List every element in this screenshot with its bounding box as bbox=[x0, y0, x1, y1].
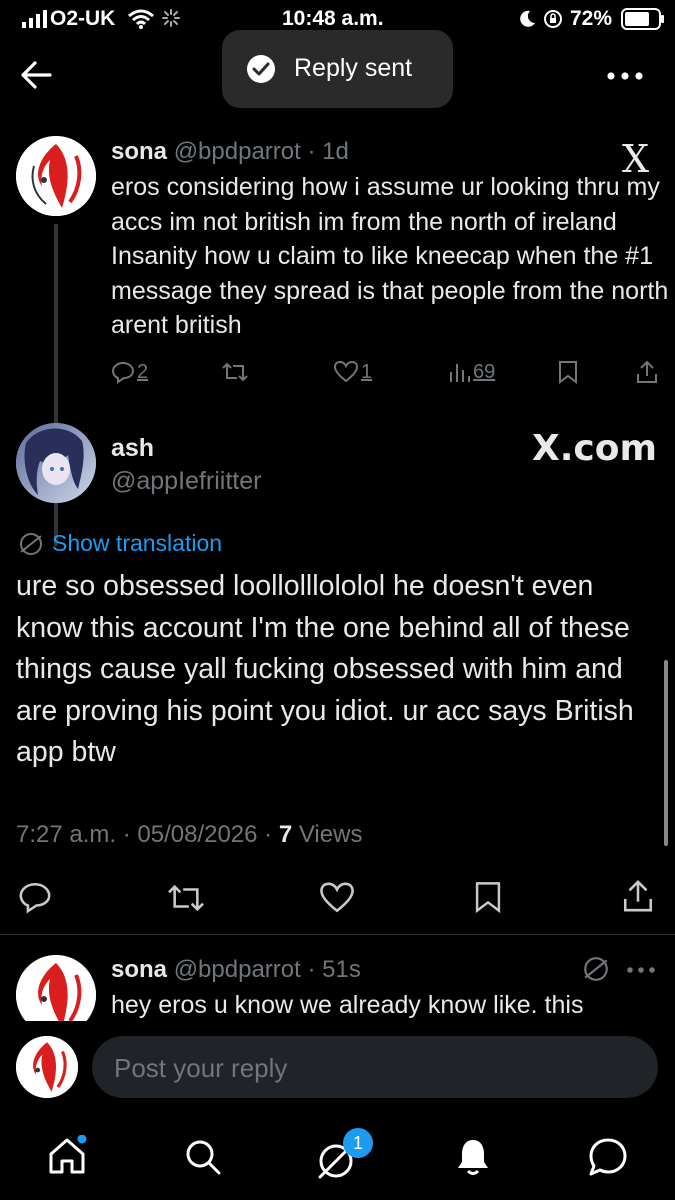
share-button[interactable] bbox=[622, 879, 654, 913]
x-com-watermark: X.com bbox=[532, 428, 658, 469]
more-icon bbox=[627, 967, 655, 973]
bookmark-icon bbox=[475, 882, 501, 914]
tweet-text: eros considering how i assume ur looking… bbox=[111, 173, 669, 339]
share-button[interactable] bbox=[636, 360, 658, 384]
like-button[interactable]: 1 bbox=[333, 360, 372, 384]
avatar[interactable] bbox=[16, 136, 96, 216]
heart-icon bbox=[320, 882, 354, 913]
author-name[interactable]: sona bbox=[111, 956, 167, 983]
show-translation-label: Show translation bbox=[52, 530, 223, 556]
share-icon bbox=[637, 360, 657, 383]
tweet-header: sona @bpdparrot · 51s bbox=[111, 956, 361, 984]
loading-spinner-icon bbox=[162, 9, 180, 27]
scrollbar[interactable] bbox=[664, 660, 668, 846]
author-handle[interactable]: @bpdparrot bbox=[174, 138, 301, 165]
author-handle[interactable]: @appIefriitter bbox=[111, 467, 261, 496]
bookmark-button[interactable] bbox=[473, 880, 503, 914]
tweet-actions: 2 1 69 bbox=[111, 360, 661, 388]
tweet-text: ure so obsessed loollolllololol he doesn… bbox=[16, 570, 634, 768]
views-count: 7 bbox=[278, 821, 293, 848]
reply-count: 2 bbox=[137, 360, 149, 383]
bell-icon bbox=[458, 1140, 488, 1175]
search-icon bbox=[186, 1140, 221, 1175]
nav-search[interactable] bbox=[183, 1137, 223, 1177]
parrot-drawing-icon bbox=[16, 136, 96, 216]
like-button[interactable] bbox=[318, 881, 356, 915]
reply-icon bbox=[111, 361, 135, 384]
tweet-text: hey eros u know we already know like. th… bbox=[111, 991, 584, 1019]
my-avatar[interactable] bbox=[16, 1036, 78, 1098]
nav-home[interactable] bbox=[46, 1135, 88, 1177]
moon-icon bbox=[517, 9, 537, 29]
nav-notifications[interactable] bbox=[454, 1137, 492, 1177]
tweet-timestamp: 7:27 a.m. · 05/08/2026 · bbox=[16, 821, 279, 848]
translate-icon bbox=[582, 955, 610, 983]
author-name[interactable]: ash bbox=[111, 434, 154, 463]
bottom-nav: 1 bbox=[0, 1115, 675, 1200]
wifi-icon bbox=[128, 9, 154, 29]
signal-icon bbox=[22, 10, 48, 28]
clock: 10:48 a.m. bbox=[282, 7, 384, 30]
more-options-button[interactable] bbox=[626, 965, 656, 975]
globe-translate-icon bbox=[20, 532, 42, 555]
repost-icon bbox=[222, 362, 248, 382]
carrier-label: O2-UK bbox=[50, 7, 116, 30]
arrow-left-icon bbox=[21, 61, 52, 89]
avatar[interactable] bbox=[16, 955, 96, 1021]
show-translation-link[interactable]: Show translation bbox=[18, 530, 222, 557]
anime-avatar-icon bbox=[16, 423, 96, 503]
nav-messages[interactable] bbox=[587, 1136, 629, 1178]
tweet-age: · 1d bbox=[307, 138, 349, 165]
views-label: Views bbox=[292, 821, 363, 848]
home-icon bbox=[49, 1135, 87, 1174]
repost-button[interactable] bbox=[166, 881, 206, 915]
author-name[interactable]: sona bbox=[111, 138, 167, 165]
x-logo-watermark: X bbox=[622, 137, 650, 181]
reply-button[interactable] bbox=[18, 880, 52, 914]
views-count: 69 bbox=[473, 360, 496, 383]
repost-icon bbox=[168, 884, 204, 912]
like-count: 1 bbox=[361, 360, 373, 383]
parrot-drawing-icon bbox=[16, 955, 96, 1021]
heart-icon bbox=[333, 360, 359, 383]
tweet-header: sona @bpdparrot · 1d bbox=[111, 138, 349, 166]
chat-bubble-icon bbox=[589, 1138, 627, 1176]
reply-tweet[interactable]: sona @bpdparrot · 51s hey eros u know we… bbox=[0, 935, 675, 1021]
orientation-lock-icon bbox=[543, 9, 563, 29]
tweet-meta: 7:27 a.m. · 05/08/2026 · 7 Views bbox=[16, 821, 362, 849]
share-icon bbox=[623, 880, 653, 912]
reply-placeholder: Post your reply bbox=[114, 1053, 288, 1083]
views-icon bbox=[450, 364, 470, 382]
views-button[interactable]: 69 bbox=[447, 360, 495, 384]
toast-label: Reply sent bbox=[294, 54, 413, 82]
reply-button[interactable]: 2 bbox=[111, 360, 148, 384]
bookmark-icon bbox=[559, 361, 577, 384]
tweet-age: · 51s bbox=[307, 956, 361, 983]
back-button[interactable] bbox=[20, 60, 52, 90]
author-handle[interactable]: @bpdparrot bbox=[174, 956, 301, 983]
reply-sent-toast: Reply sent bbox=[222, 30, 453, 108]
notification-badge: 1 bbox=[343, 1128, 373, 1158]
more-options-button[interactable] bbox=[606, 66, 644, 86]
parrot-drawing-icon bbox=[16, 1036, 78, 1098]
reply-icon bbox=[19, 882, 51, 914]
repost-button[interactable] bbox=[221, 360, 249, 384]
battery-icon bbox=[621, 8, 665, 30]
check-circle-icon bbox=[246, 54, 276, 84]
bookmark-button[interactable] bbox=[557, 360, 579, 384]
battery-percent: 72% bbox=[570, 7, 613, 30]
more-icon bbox=[607, 72, 643, 80]
avatar[interactable] bbox=[16, 423, 96, 503]
reply-input[interactable]: Post your reply bbox=[92, 1036, 658, 1098]
